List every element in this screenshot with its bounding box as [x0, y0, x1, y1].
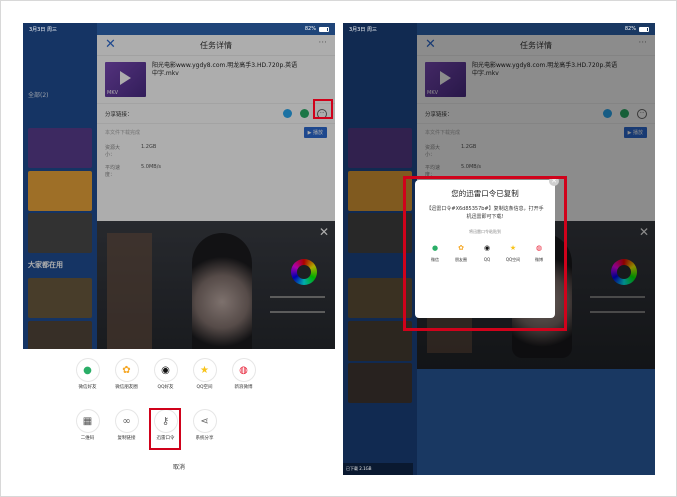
battery-icon [319, 26, 329, 32]
qzone-icon: ★ [193, 359, 216, 381]
qq-icon: ◉ [154, 359, 177, 381]
share-target-qrcode[interactable]: ▦ 二维码 [75, 410, 100, 441]
share-target-label: 二维码 [80, 436, 95, 441]
share-target-moments[interactable]: ✿ 微信朋友圈 [114, 359, 139, 390]
share-target-qzone[interactable]: ★ QQ空间 [192, 359, 217, 390]
highlight-popup [403, 176, 567, 331]
share-row-2: ▦ 二维码 ∞ 复制链接 ⚷ 迅雷口令 ⋖ 系统分享 [75, 410, 217, 441]
qrcode-icon: ▦ [76, 410, 99, 432]
cancel-button[interactable]: 取消 [23, 462, 335, 471]
highlight-more-share [313, 99, 333, 119]
status-battery-text: 82% [304, 26, 316, 32]
share-target-link[interactable]: ∞ 复制链接 [114, 410, 139, 441]
status-bar: 3月3日 周三 82% [23, 23, 335, 35]
bottom-status: 已下载 2.1GB [343, 463, 413, 475]
status-time: 3月3日 周三 [29, 26, 57, 33]
highlight-thunder-key [149, 408, 181, 450]
share-target-weibo[interactable]: ◍ 新浪微博 [231, 359, 256, 390]
share-target-share[interactable]: ⋖ 系统分享 [192, 410, 217, 441]
screenshot-frame: 3月3日 周三 82% 全部(2) 大家都在用 ✕ 任务详情 ··· MKV 阳… [0, 0, 677, 497]
share-row-1: ● 微信好友 ✿ 微信朋友圈 ◉ QQ好友 ★ QQ空间 ◍ 新浪微博 [75, 359, 256, 390]
share-target-label: QQ好友 [157, 385, 174, 390]
link-icon: ∞ [115, 410, 138, 432]
share-target-label: 系统分享 [195, 436, 214, 441]
weibo-icon: ◍ [232, 359, 255, 381]
wechat-icon: ● [76, 359, 99, 381]
share-target-label: 复制链接 [117, 436, 136, 441]
share-icon: ⋖ [193, 410, 216, 432]
battery-icon [639, 26, 649, 32]
status-bar: 3月3日 周三 82% [343, 23, 655, 35]
moments-icon: ✿ [115, 359, 138, 381]
share-target-wechat[interactable]: ● 微信好友 [75, 359, 100, 390]
share-target-label: 新浪微博 [234, 385, 253, 390]
share-target-label: 微信好友 [78, 385, 97, 390]
share-target-label: 微信朋友圈 [115, 385, 138, 390]
share-target-label: QQ空间 [196, 385, 213, 390]
share-target-qq[interactable]: ◉ QQ好友 [153, 359, 178, 390]
